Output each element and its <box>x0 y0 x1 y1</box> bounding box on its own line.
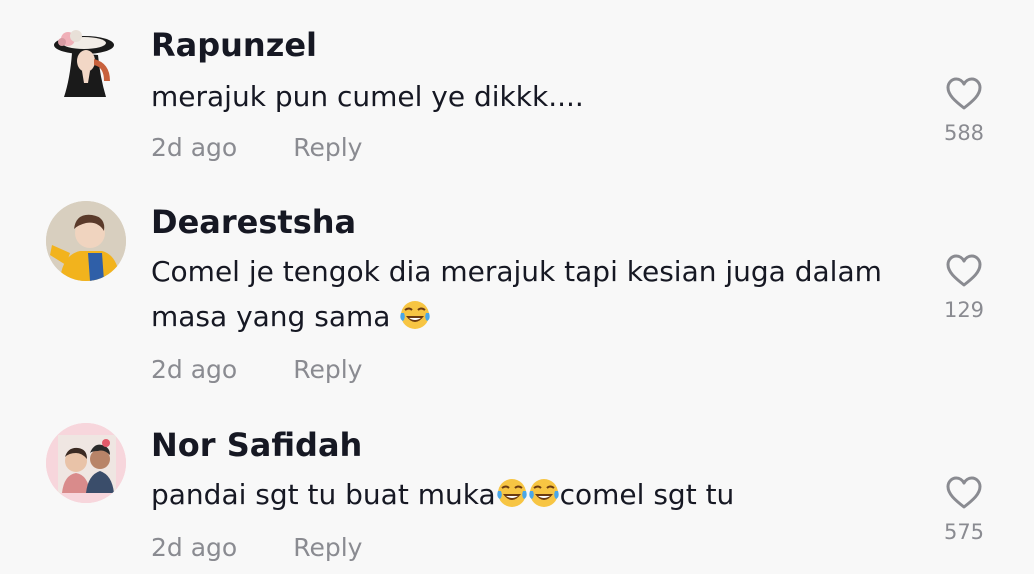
comment-text-content: pandai sgt tu buat muka <box>151 478 496 511</box>
like-button[interactable]: 588 <box>930 76 998 146</box>
face-with-tears-of-joy-icon <box>399 299 431 331</box>
couple-photo-icon <box>46 423 126 503</box>
reply-button[interactable]: Reply <box>293 533 362 562</box>
comment-meta: 2d ago Reply <box>151 133 362 163</box>
comment-text: merajuk pun cumel ye dikkk.... <box>151 80 584 113</box>
timestamp: 2d ago <box>151 133 238 162</box>
username[interactable]: Nor Safidah <box>151 426 362 464</box>
avatar[interactable] <box>46 201 126 281</box>
username[interactable]: Dearestsha <box>151 203 356 241</box>
comment-text-content: comel sgt tu <box>559 478 735 511</box>
comment-meta: 2d ago Reply <box>151 355 362 385</box>
comment-text: pandai sgt tu buat muka comel sgt tu <box>151 472 911 517</box>
like-count: 588 <box>943 121 985 145</box>
face-with-tears-of-joy-icon <box>528 477 560 509</box>
heart-icon <box>946 77 982 110</box>
reply-button[interactable]: Reply <box>293 355 362 384</box>
heart-icon <box>946 254 982 287</box>
like-button[interactable]: 575 <box>930 475 998 545</box>
timestamp: 2d ago <box>151 533 238 562</box>
timestamp: 2d ago <box>151 355 238 384</box>
comment-text-content: Comel je tengok dia merajuk tapi kesian … <box>151 255 882 333</box>
avatar[interactable] <box>46 423 126 503</box>
comment-text: Comel je tengok dia merajuk tapi kesian … <box>151 249 911 339</box>
like-count: 575 <box>943 520 985 544</box>
illustrated-woman-in-hat-icon <box>54 30 114 97</box>
avatar[interactable] <box>46 19 126 99</box>
like-count: 129 <box>943 298 985 322</box>
comment-meta: 2d ago Reply <box>151 533 362 563</box>
comment-list: Rapunzel merajuk pun cumel ye dikkk.... … <box>0 0 1034 574</box>
person-in-yellow-sweater-icon <box>46 201 126 281</box>
reply-button[interactable]: Reply <box>293 133 362 162</box>
like-button[interactable]: 129 <box>930 253 998 323</box>
heart-icon <box>946 476 982 509</box>
username[interactable]: Rapunzel <box>151 26 317 64</box>
face-with-tears-of-joy-icon <box>496 477 528 509</box>
